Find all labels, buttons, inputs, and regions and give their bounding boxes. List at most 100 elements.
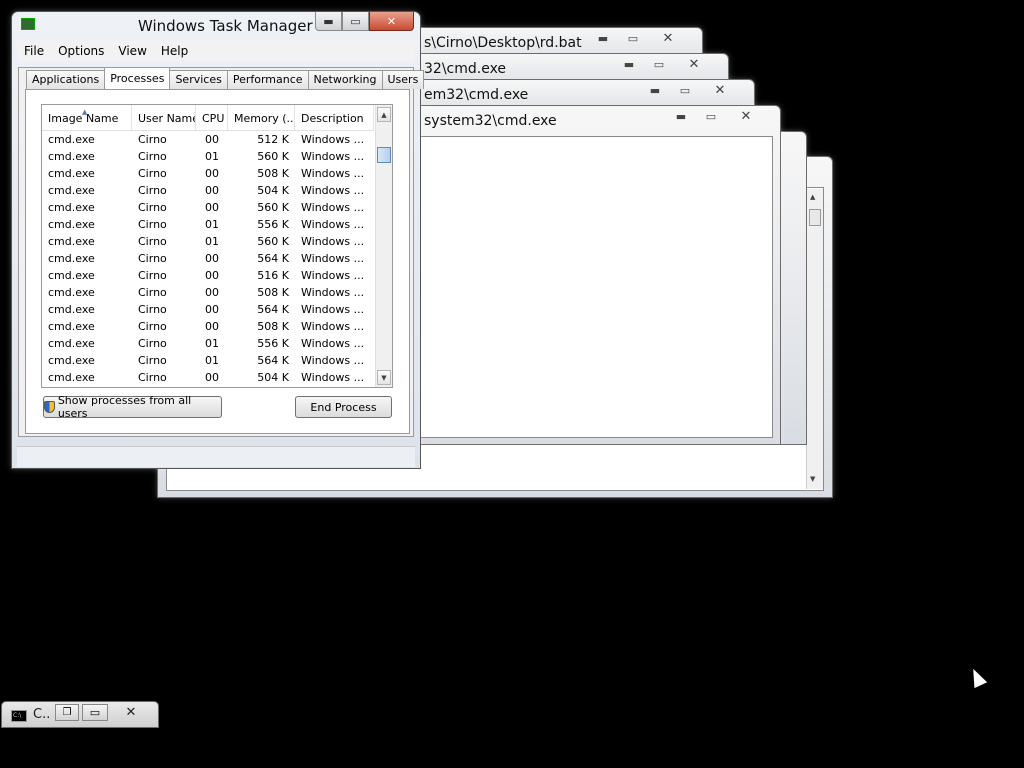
scroll-up-arrow-icon[interactable]: ▲ <box>377 107 391 122</box>
process-user-name: Cirno <box>138 371 167 384</box>
process-cpu: 01 <box>205 337 219 350</box>
column-memory[interactable]: Memory (... <box>228 105 295 130</box>
close-icon[interactable]: ✕ <box>726 107 766 125</box>
window-title: 32\cmd.exe <box>424 61 507 77</box>
scroll-down-arrow-icon[interactable]: ▼ <box>810 475 815 483</box>
table-row[interactable]: cmd.exe Cirno 00 508 K Windows ... <box>42 165 374 182</box>
tab-networking[interactable]: Networking <box>307 70 383 89</box>
table-row[interactable]: cmd.exe Cirno 01 556 K Windows ... <box>42 216 374 233</box>
table-row[interactable]: cmd.exe Cirno 00 508 K Windows ... <box>42 284 374 301</box>
process-memory: 512 K <box>257 133 289 146</box>
close-icon[interactable]: ✕ <box>369 12 414 31</box>
process-user-name: Cirno <box>138 201 167 214</box>
sort-arrow-icon: ▲ <box>82 108 88 116</box>
end-process-label: End Process <box>310 400 377 414</box>
close-icon[interactable]: ✕ <box>700 81 740 99</box>
task-manager-window[interactable]: Windows Task Manager ▬ ▭ ✕ File Options … <box>11 11 425 469</box>
process-user-name: Cirno <box>138 184 167 197</box>
maximize-icon[interactable]: ▭ <box>82 704 108 721</box>
table-row[interactable]: cmd.exe Cirno 01 556 K Windows ... <box>42 335 374 352</box>
maximize-icon[interactable]: ▭ <box>618 29 648 47</box>
process-image-name: cmd.exe <box>48 320 95 333</box>
process-user-name: Cirno <box>138 150 167 163</box>
process-image-name: cmd.exe <box>48 337 95 350</box>
table-row[interactable]: cmd.exe Cirno 01 564 K Windows ... <box>42 352 374 369</box>
process-cpu: 00 <box>205 201 219 214</box>
column-cpu[interactable]: CPU <box>196 105 228 130</box>
maximize-icon[interactable]: ▭ <box>342 12 369 31</box>
process-image-name: cmd.exe <box>48 303 95 316</box>
process-memory: 508 K <box>257 320 289 333</box>
process-description: Windows ... <box>301 286 365 299</box>
table-row[interactable]: cmd.exe Cirno 00 512 K Windows ... <box>42 131 374 148</box>
column-user-name[interactable]: User Name <box>132 105 196 130</box>
tab-processes[interactable]: Processes <box>104 67 171 89</box>
minimize-icon[interactable]: ▬ <box>315 12 342 31</box>
process-description: Windows ... <box>301 201 365 214</box>
tab-services[interactable]: Services <box>169 70 228 89</box>
window-title: Windows Task Manager <box>138 17 313 35</box>
scroll-thumb[interactable] <box>809 209 821 226</box>
menu-options[interactable]: Options <box>51 44 111 58</box>
close-icon[interactable]: ✕ <box>674 55 714 73</box>
scroll-up-arrow-icon[interactable]: ▲ <box>810 193 815 201</box>
process-description: Windows ... <box>301 303 365 316</box>
process-description: Windows ... <box>301 218 365 231</box>
column-image-name[interactable]: ▲ Image Name <box>42 105 132 130</box>
restore-icon[interactable]: ❐ <box>55 704 79 721</box>
process-image-name: cmd.exe <box>48 354 95 367</box>
process-image-name: cmd.exe <box>48 167 95 180</box>
maximize-icon[interactable]: ▭ <box>670 81 700 99</box>
close-icon[interactable]: ✕ <box>648 29 688 47</box>
menu-view[interactable]: View <box>111 44 153 58</box>
mouse-cursor-icon <box>966 665 988 689</box>
table-row[interactable]: cmd.exe Cirno 00 508 K Windows ... <box>42 318 374 335</box>
process-memory: 560 K <box>257 201 289 214</box>
tab-users[interactable]: Users <box>381 70 425 89</box>
menu-file[interactable]: File <box>17 44 51 58</box>
maximize-icon[interactable]: ▭ <box>696 107 726 125</box>
process-cpu: 00 <box>205 320 219 333</box>
minimize-icon[interactable]: ▬ <box>614 55 644 73</box>
process-image-name: cmd.exe <box>48 286 95 299</box>
minimized-window-title: C... <box>33 707 51 722</box>
minimize-icon[interactable]: ▬ <box>640 81 670 99</box>
tab-performance[interactable]: Performance <box>226 70 309 89</box>
table-row[interactable]: cmd.exe Cirno 00 564 K Windows ... <box>42 250 374 267</box>
process-cpu: 00 <box>205 303 219 316</box>
process-description: Windows ... <box>301 133 365 146</box>
cmd-window-back-scrollbar[interactable]: ▲ ▼ <box>806 189 823 489</box>
close-icon[interactable]: ✕ <box>112 704 150 721</box>
process-user-name: Cirno <box>138 286 167 299</box>
minimize-icon[interactable]: ▬ <box>666 107 696 125</box>
show-all-processes-button[interactable]: Show processes from all users <box>43 394 222 420</box>
table-row[interactable]: cmd.exe Cirno 00 516 K Windows ... <box>42 267 374 284</box>
process-list[interactable]: ▲ Image Name User Name CPU Memory (... D… <box>41 104 393 388</box>
process-image-name: cmd.exe <box>48 184 95 197</box>
minimized-cmd-window[interactable]: C:\ C... ❐ ▭ ✕ <box>1 701 159 728</box>
scroll-down-arrow-icon[interactable]: ▼ <box>377 370 391 385</box>
process-list-scrollbar[interactable]: ▲ ▼ <box>375 105 392 387</box>
cmd-window-front[interactable]: system32\cmd.exe ▬ ▭ ✕ <box>415 105 781 445</box>
scroll-thumb[interactable] <box>377 147 391 163</box>
tab-applications[interactable]: Applications <box>26 70 106 89</box>
process-cpu: 00 <box>205 371 219 384</box>
table-row[interactable]: cmd.exe Cirno 00 504 K Windows ... <box>42 369 374 386</box>
process-memory: 504 K <box>257 184 289 197</box>
table-row[interactable]: cmd.exe Cirno 01 560 K Windows ... <box>42 233 374 250</box>
minimize-icon[interactable]: ▬ <box>588 29 618 47</box>
table-row[interactable]: cmd.exe Cirno 01 560 K Windows ... <box>42 148 374 165</box>
process-description: Windows ... <box>301 184 365 197</box>
column-description[interactable]: Description <box>295 105 374 130</box>
process-image-name: cmd.exe <box>48 150 95 163</box>
process-user-name: Cirno <box>138 167 167 180</box>
maximize-icon[interactable]: ▭ <box>644 55 674 73</box>
table-row[interactable]: cmd.exe Cirno 00 504 K Windows ... <box>42 182 374 199</box>
menu-help[interactable]: Help <box>154 44 195 58</box>
process-memory: 508 K <box>257 167 289 180</box>
window-title: system32\cmd.exe <box>424 113 557 129</box>
table-row[interactable]: cmd.exe Cirno 00 560 K Windows ... <box>42 199 374 216</box>
process-memory: 516 K <box>257 269 289 282</box>
table-row[interactable]: cmd.exe Cirno 00 564 K Windows ... <box>42 301 374 318</box>
end-process-button[interactable]: End Process <box>295 396 392 418</box>
